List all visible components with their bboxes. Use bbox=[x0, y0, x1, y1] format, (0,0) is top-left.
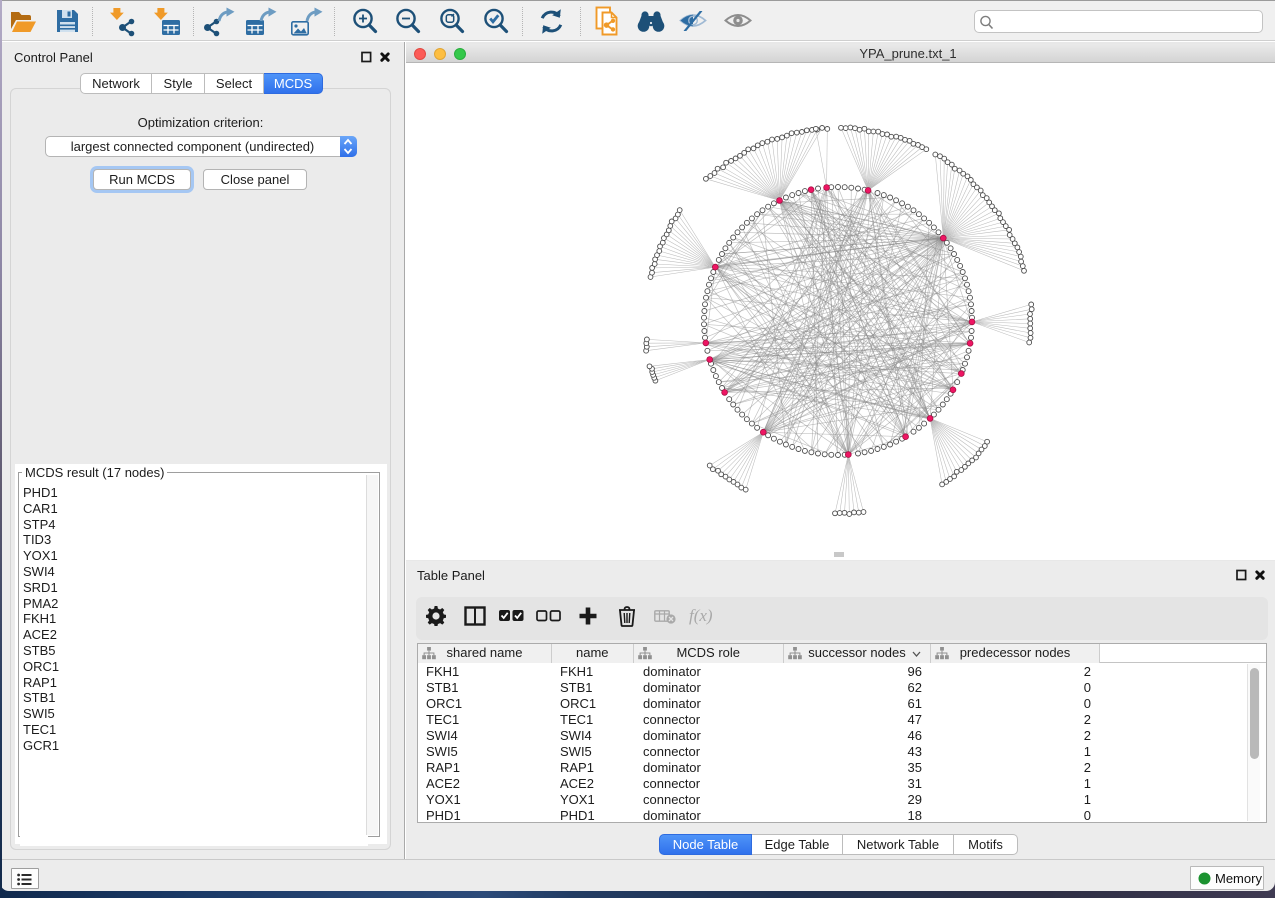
svg-text:f(x): f(x) bbox=[689, 606, 713, 625]
